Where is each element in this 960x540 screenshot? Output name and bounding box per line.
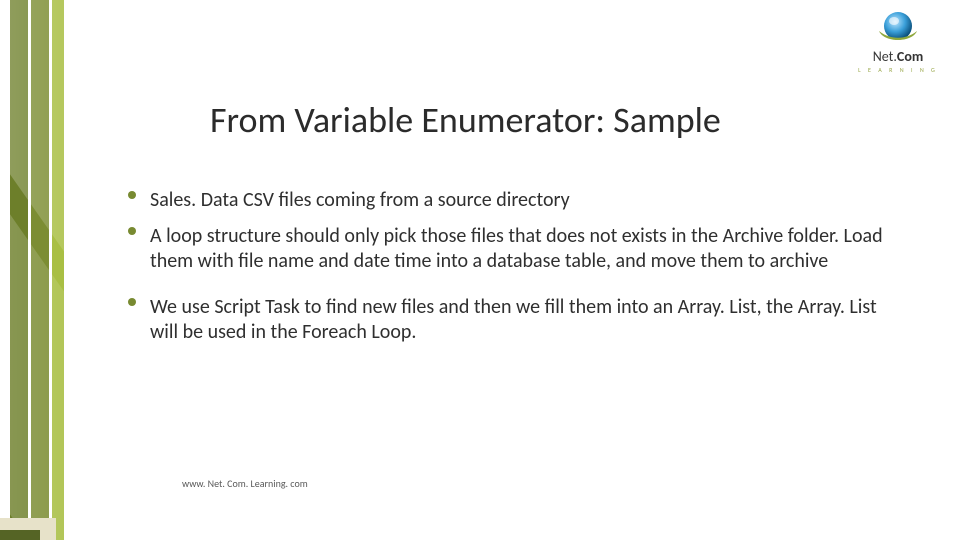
bullet-text: We use Script Task to find new files and…	[150, 295, 877, 345]
left-stripe-decoration	[0, 0, 70, 540]
bullet-item: We use Script Task to find new files and…	[128, 295, 900, 346]
slide-body: Sales. Data CSV files coming from a sour…	[128, 188, 900, 356]
bullet-item: Sales. Data CSV files coming from a sour…	[128, 188, 900, 214]
stripe-lime	[52, 0, 64, 540]
bullet-icon	[128, 298, 136, 306]
bullet-icon	[128, 191, 136, 199]
bullet-text: Sales. Data CSV files coming from a sour…	[150, 188, 570, 212]
logo-brand-2: Com	[897, 48, 923, 65]
logo-text: Net.Com	[850, 50, 946, 64]
bullet-text: A loop structure should only pick those …	[150, 224, 883, 274]
stripe-olive-mid	[31, 0, 49, 540]
globe-swoosh-icon	[876, 8, 920, 48]
logo-brand-1: Net.	[873, 48, 897, 65]
footer-url: www. Net. Com. Learning. com	[182, 477, 308, 490]
bullet-icon	[128, 227, 136, 235]
slide-title: From Variable Enumerator: Sample	[210, 98, 721, 142]
bullet-item: A loop structure should only pick those …	[128, 224, 900, 275]
slide: Net.Com L E A R N I N G From Variable En…	[0, 0, 960, 540]
bottom-left-accent-dark	[0, 530, 40, 540]
stripe-olive-dark	[10, 0, 28, 540]
logo: Net.Com L E A R N I N G	[850, 8, 946, 74]
logo-tagline: L E A R N I N G	[850, 66, 946, 74]
